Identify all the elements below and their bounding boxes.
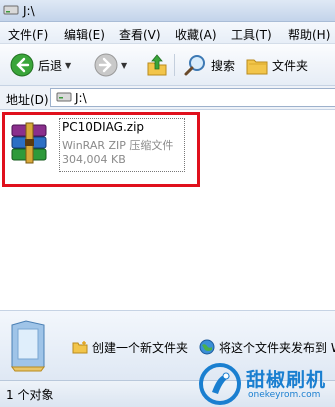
status-text: 1 个对象 xyxy=(6,388,54,402)
up-folder-icon xyxy=(147,54,167,76)
toolbar: 后退 ▼ ▼ 搜索 文件夹 xyxy=(0,44,335,86)
file-list: PC10DIAG.zip WinRAR ZIP 压缩文件 304,004 KB xyxy=(0,110,335,310)
watermark-url: onekeyrom.com xyxy=(248,390,321,400)
create-folder-task[interactable]: 创建一个新文件夹 xyxy=(72,339,188,355)
forward-arrow-icon xyxy=(94,53,118,77)
menu-favorites[interactable]: 收藏(A) xyxy=(175,26,217,43)
menu-tools[interactable]: 工具(T) xyxy=(231,26,272,43)
back-label: 后退 xyxy=(38,58,63,73)
up-folder-button[interactable] xyxy=(146,52,168,78)
address-bar: 地址(D) J:\ xyxy=(0,86,335,110)
menu-edit[interactable]: 编辑(E) xyxy=(64,26,105,43)
folders-label: 文件夹 xyxy=(272,58,309,73)
folders-button[interactable]: 文件夹 xyxy=(246,52,308,78)
forward-dropdown-icon[interactable]: ▼ xyxy=(121,61,127,70)
watermark-logo-icon xyxy=(199,363,241,405)
drive-icon xyxy=(56,92,72,102)
address-path: J:\ xyxy=(75,91,87,105)
address-input[interactable]: J:\ xyxy=(50,88,335,107)
publish-web-label: 将这个文件夹发布到 W xyxy=(219,340,335,355)
back-dropdown-icon[interactable]: ▼ xyxy=(65,61,71,70)
watermark-title: 甜椒刷机 xyxy=(246,369,327,391)
menu-view[interactable]: 查看(V) xyxy=(119,26,161,43)
new-folder-icon xyxy=(72,341,88,354)
back-button[interactable]: 后退 ▼ xyxy=(10,52,71,78)
forward-button[interactable]: ▼ xyxy=(94,52,127,78)
search-button[interactable]: 搜索 xyxy=(183,52,235,78)
search-label: 搜索 xyxy=(211,58,236,73)
search-icon xyxy=(184,55,205,76)
publish-web-task[interactable]: 将这个文件夹发布到 W xyxy=(199,339,335,355)
folders-icon xyxy=(246,59,268,75)
back-arrow-icon xyxy=(10,53,34,77)
folder-icon xyxy=(11,320,45,372)
menu-help[interactable]: 帮助(H) xyxy=(288,26,330,43)
red-highlight-box xyxy=(2,112,200,187)
menu-bar: 文件(F) 编辑(E) 查看(V) 收藏(A) 工具(T) 帮助(H) xyxy=(0,22,335,44)
create-folder-label: 创建一个新文件夹 xyxy=(92,340,189,355)
window-title: J:\ xyxy=(23,4,35,18)
globe-icon xyxy=(199,339,215,355)
title-bar: J:\ xyxy=(0,0,335,22)
menu-file[interactable]: 文件(F) xyxy=(8,26,48,43)
toolbar-separator xyxy=(174,54,175,76)
drive-icon xyxy=(3,5,19,15)
address-label: 地址(D) xyxy=(6,93,49,107)
watermark: 甜椒刷机 onekeyrom.com xyxy=(196,358,335,407)
